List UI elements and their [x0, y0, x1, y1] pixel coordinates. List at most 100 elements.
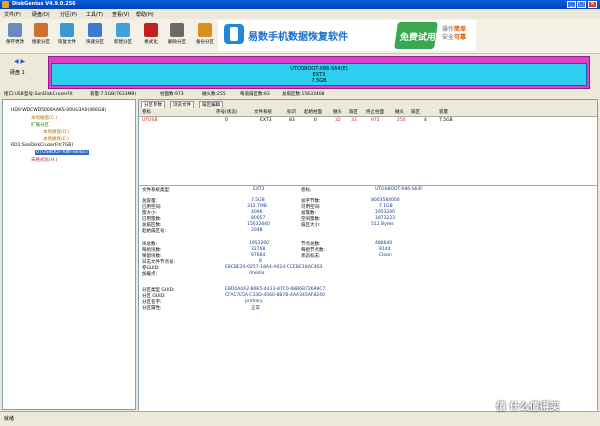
- vol-value: UTOSBOOT-X86-S64F: [375, 187, 423, 192]
- banner-text: 易数手机数据恢复软件: [248, 32, 348, 43]
- info-sectors-per-track: 每道扇区数:63: [240, 92, 270, 97]
- delete-partition-button[interactable]: 删除分区: [166, 21, 188, 45]
- uuid-value: E8CBE24-0257-18A4-A024-CCEBC18AC463: [225, 265, 323, 270]
- close-button[interactable]: ×: [588, 1, 597, 8]
- start-sector-label: 起始扇区号:: [142, 229, 167, 234]
- info-cylinders: 柱面数:973: [160, 92, 184, 97]
- quick-partition-button[interactable]: 快速分区: [84, 21, 106, 45]
- reserved-blocks-value: 97664: [251, 253, 266, 258]
- format-label: 格式化: [144, 40, 158, 45]
- mount-value: /media: [249, 271, 265, 276]
- recover-icon: [60, 23, 74, 37]
- col-id: 标识: [287, 110, 296, 115]
- title-bar: DiskGenius V4.9.0.256 _ □ ×: [0, 0, 600, 9]
- journal-inode-value: 8: [259, 259, 262, 264]
- disk-map: ◀ ▶ 硬盘 1 UTOSBOOT-X86-S64(E) EXT3 7.5GB: [0, 54, 600, 90]
- search-partition-button[interactable]: 搜索分区: [30, 21, 52, 45]
- banner-side2: 安全: [442, 34, 455, 41]
- search-partition-label: 搜索分区: [32, 40, 50, 45]
- quick-partition-icon: [88, 23, 102, 37]
- total-sectors-value: 15632640: [247, 222, 270, 227]
- mount-label: 加载点:: [142, 272, 158, 277]
- format-button[interactable]: 格式化: [140, 21, 162, 45]
- banner-free-trial-label: 免费试用: [398, 33, 437, 43]
- cell-id: 83: [289, 118, 295, 123]
- new-partition-button[interactable]: 新建分区: [112, 21, 134, 45]
- cell-capacity: 7.5GB: [439, 118, 453, 123]
- total-clusters-value: 1953200: [375, 210, 396, 215]
- fs-type-value: EXT3: [253, 187, 265, 192]
- block-count-value: 1953200: [249, 241, 270, 246]
- inode-count-value: 488640: [375, 241, 393, 246]
- partition-size: 7.5GB: [311, 78, 327, 84]
- save-changes-label: 保存更改: [6, 40, 24, 45]
- ad-banner[interactable]: 易数手机数据恢复软件 免费试用 操作简单 安全可靠: [218, 20, 476, 51]
- partition-block[interactable]: UTOSBOOT-X86-S64(E) EXT3 7.5GB: [51, 63, 587, 86]
- col-index: 序号(状态): [216, 110, 238, 115]
- tree-node[interactable]: HD0:WDCWD5000AAKS-00UU3A0(466GB): [11, 108, 106, 113]
- start-sector-value: 2048: [251, 228, 263, 233]
- cell-index: 0: [225, 118, 228, 123]
- banner-side: 操作简单 安全可靠: [442, 26, 466, 42]
- col-head2: 磁头: [395, 110, 404, 115]
- tree-node[interactable]: 本地磁盘(C:): [31, 115, 57, 121]
- tree-node[interactable]: RD1:SanDiskCruzerFit(7GB): [11, 143, 73, 148]
- info-interface: 接口:USB: [4, 92, 24, 97]
- banner-side2b: 可靠: [454, 34, 467, 41]
- menu-disk[interactable]: 硬盘(D): [32, 11, 50, 18]
- banner-side1: 操作: [442, 26, 455, 33]
- quick-partition-label: 快速分区: [86, 40, 104, 45]
- watermark: 值 什么值得买: [496, 402, 560, 413]
- disk-tree: HD0:WDCWD5000AAKS-00UU3A0(466GB) 本地磁盘(C:)…: [2, 99, 136, 410]
- tree-node[interactable]: UTOSBOOT-X86-S64(E): [35, 150, 89, 155]
- tree-node[interactable]: 本地磁盘(E:): [43, 136, 69, 142]
- app-window: DiskGenius V4.9.0.256 _ □ × 文件(F) 硬盘(D) …: [0, 0, 600, 426]
- backup-partition-button[interactable]: 备份分区: [194, 21, 216, 45]
- save-icon: [8, 23, 22, 37]
- cell-head2: 250: [397, 118, 406, 123]
- partition-bar[interactable]: UTOSBOOT-X86-S64(E) EXT3 7.5GB: [48, 56, 590, 89]
- state-label: 状态标志:: [301, 254, 321, 259]
- free-clusters-value: 1873223: [375, 216, 396, 221]
- total-bytes-value: 8003584000: [371, 198, 400, 203]
- partition-details: 文件系统类型: EXT3 卷标: UTOSBOOT-X86-S64F 总容量: …: [139, 185, 597, 411]
- col-capacity: 容量: [439, 110, 448, 115]
- tree-node[interactable]: 扩展分区: [31, 122, 49, 128]
- backup-partition-label: 备份分区: [196, 40, 214, 45]
- table-header: 卷标 序号(状态) 文件系统 标识 起始柱面 磁头 扇区 终止柱面 磁头 扇区 …: [139, 108, 597, 117]
- cell-fs: EXT3: [260, 118, 272, 123]
- col-head1: 磁头: [333, 110, 342, 115]
- menu-help[interactable]: 帮助(H): [136, 11, 154, 18]
- menu-view[interactable]: 查看(V): [112, 11, 129, 18]
- cell-volume: UTOSB: [142, 118, 158, 123]
- format-icon: [144, 23, 158, 37]
- col-sector2: 扇区: [411, 110, 420, 115]
- backup-icon: [198, 23, 212, 37]
- disk-nav-arrows[interactable]: ◀ ▶: [14, 58, 25, 65]
- col-end-cyl: 终止柱面: [366, 110, 384, 115]
- menu-partition[interactable]: 分区(P): [60, 11, 77, 18]
- tree-node[interactable]: 本地磁盘(D:): [43, 129, 70, 135]
- part-attr-label: 分区属性:: [142, 306, 162, 311]
- used-value: 312.7MB: [247, 204, 267, 209]
- part-guid-value: CFA17E5A-C33D-4560-8B7B-4AA345AF8240: [225, 293, 325, 298]
- cell-start-cyl: 0: [314, 118, 317, 123]
- disk-info-line: 接口:USB 型号:SanDiskCruzerFit 容量:7.5GB(7633…: [0, 90, 600, 98]
- maximize-button[interactable]: □: [577, 1, 586, 8]
- cell-end-cyl: 972: [371, 118, 380, 123]
- recover-files-button[interactable]: 恢复文件: [56, 21, 78, 45]
- menu-file[interactable]: 文件(F): [4, 11, 21, 18]
- menu-tools[interactable]: 工具(T): [86, 11, 103, 18]
- app-icon: [2, 1, 9, 8]
- table-row[interactable]: UTOSB 0 EXT3 83 0 32 33 972 250 4 7.5GB: [139, 117, 597, 125]
- save-changes-button[interactable]: 保存更改: [4, 21, 26, 45]
- used-clusters-value: 80057: [251, 216, 266, 221]
- banner-free-trial: 免费试用: [394, 22, 438, 49]
- minimize-button[interactable]: _: [567, 1, 576, 8]
- status-text: 就绪: [4, 416, 15, 422]
- part-attr-value: 正常: [251, 306, 260, 311]
- tree-node[interactable]: 未格式化(H:): [31, 157, 57, 163]
- info-heads: 磁头数:255: [202, 92, 226, 97]
- col-sector1: 扇区: [349, 110, 358, 115]
- partition-panel: 分区参数 浏览文件 扇区编辑 卷标 序号(状态) 文件系统 标识 起始柱面 磁头…: [138, 99, 598, 411]
